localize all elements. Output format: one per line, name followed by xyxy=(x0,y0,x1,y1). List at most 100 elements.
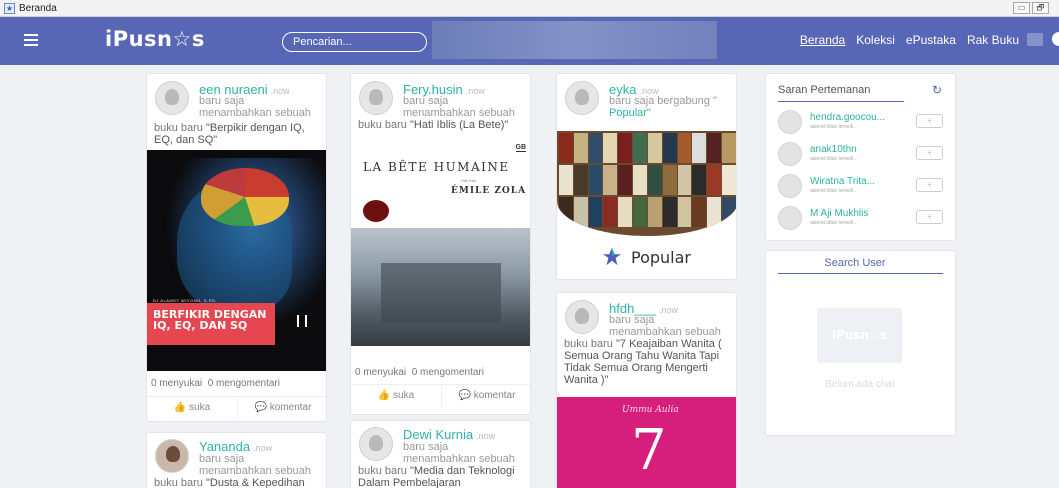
cover-subtitle: Hati Iblis xyxy=(461,178,477,183)
avatar[interactable] xyxy=(778,174,802,198)
brand-logo[interactable]: iPusn☆s xyxy=(105,27,205,51)
activity-line-1: baru saja xyxy=(199,453,245,465)
search-user-panel: Search User iPusn☆s Belum ada chat xyxy=(765,250,956,436)
cover-number: 7 xyxy=(631,418,667,483)
avatar[interactable] xyxy=(778,110,802,134)
friend-suggestions-panel: Saran Pertemanan ↻ hendra.goocou... alam… xyxy=(765,73,956,241)
publisher-logo xyxy=(297,315,307,327)
like-label: suka xyxy=(189,402,211,413)
cover-title: LA BÊTE HUMAINE xyxy=(363,160,510,174)
suggestion-address: alamat tidak tersedi... xyxy=(810,220,858,226)
book-cover[interactable]: Ummu Aulia 7 xyxy=(557,397,736,488)
comment-icon: 💬 xyxy=(458,390,471,401)
minimize-button[interactable]: ▭ xyxy=(1013,2,1030,14)
chat-icon[interactable] xyxy=(1027,33,1043,46)
activity-line-2: menambahkan sebuah xyxy=(403,453,515,465)
avatar[interactable] xyxy=(778,206,802,230)
book-cover[interactable]: DJ ALAMSY WIYONO, S.PD. BERFIKIR DENGAN … xyxy=(147,150,326,371)
panel-divider xyxy=(778,273,943,274)
avatar[interactable] xyxy=(565,81,599,115)
activity-line-2: menambahkan sebuah xyxy=(199,107,311,119)
suggestion-address: alamat tidak tersedi... xyxy=(810,124,858,130)
post-actions: 👍 suka 💬 komentar xyxy=(351,384,530,407)
avatar[interactable] xyxy=(565,300,599,334)
suggestion-address: alamat tidak tersedi... xyxy=(810,188,858,194)
cover-brain xyxy=(201,168,289,226)
comment-label: komentar xyxy=(473,390,516,401)
comments-count: 0 mengomentari xyxy=(411,367,484,378)
suggestion-name[interactable]: anak10thn xyxy=(810,144,857,155)
refresh-icon[interactable]: ↻ xyxy=(932,83,942,97)
activity-line-2: menambahkan sebuah xyxy=(199,465,311,477)
post-time: .now xyxy=(465,86,485,96)
book-title[interactable]: "Hati Iblis (La Bete)" xyxy=(410,119,508,131)
book-cover[interactable]: GB LA BÊTE HUMAINE Hati Iblis ÉMILE ZOLA xyxy=(351,144,530,346)
cover-band: BERFIKIR DENGAN IQ, EQ, DAN SQ xyxy=(147,303,275,345)
avatar[interactable] xyxy=(155,81,189,115)
user-name[interactable]: Dewi Kurnia .now xyxy=(403,427,495,442)
window-titlebar: ★ Beranda ▭ 🗗 xyxy=(0,0,1059,17)
suggestion-name[interactable]: M Aji Mukhlis xyxy=(810,208,868,219)
user-name-text: Yananda xyxy=(199,439,251,454)
book-prefix: buku baru xyxy=(154,477,203,488)
cover-title: Ummu Aulia xyxy=(622,405,679,415)
panel-divider xyxy=(778,101,904,102)
add-friend-button[interactable]: + xyxy=(916,146,943,160)
menu-icon[interactable] xyxy=(24,34,38,46)
post-time: .now xyxy=(659,305,679,315)
book-description: buku baru "Media dan Teknologi Dalam Pem… xyxy=(358,465,528,488)
suggestion-item: hendra.goocou... alamat tidak tersedi...… xyxy=(778,110,948,138)
feed-card: Fery.husin .now baru saja menambahkan seb… xyxy=(350,73,531,415)
activity-line-1: baru saja xyxy=(199,95,245,107)
post-actions: 👍 suka 💬 komentar xyxy=(147,396,326,419)
book-prefix: buku baru xyxy=(358,465,407,477)
search-input[interactable]: Pencarian... xyxy=(282,32,427,52)
avatar[interactable] xyxy=(359,427,393,461)
comment-button[interactable]: 💬 komentar xyxy=(237,397,326,419)
feed-card: Yananda .now baru saja menambahkan sebuah… xyxy=(146,432,327,488)
chat-logo: iPusn☆s xyxy=(817,308,902,363)
like-button[interactable]: 👍 suka xyxy=(147,397,237,419)
nav-link-koleksi[interactable]: Koleksi xyxy=(856,33,895,47)
avatar[interactable] xyxy=(359,81,393,115)
activity-line-2: menambahkan sebuah xyxy=(403,107,515,119)
comment-label: komentar xyxy=(269,402,312,413)
suggestion-address: alamat tidak tersedi... xyxy=(810,156,858,162)
feed-card: Dewi Kurnia .now baru saja menambahkan se… xyxy=(350,420,531,488)
avatar[interactable] xyxy=(778,142,802,166)
popular-logo-icon xyxy=(603,248,621,266)
like-label: suka xyxy=(393,390,415,401)
nav-links: Beranda Koleksi ePustaka Rak Buku xyxy=(800,33,1019,47)
nav-link-beranda[interactable]: Beranda xyxy=(800,33,845,47)
add-friend-button[interactable]: + xyxy=(916,114,943,128)
like-button[interactable]: 👍 suka xyxy=(351,385,441,407)
restore-button[interactable]: 🗗 xyxy=(1032,2,1049,14)
feed-card: hfdh___ .now baru saja menambahkan sebuah… xyxy=(556,292,737,488)
book-description: buku baru "Hati Iblis (La Bete)" xyxy=(358,119,528,131)
user-name[interactable]: Yananda .now xyxy=(199,439,272,454)
post-stats: 0 menyukai 0 mengomentari xyxy=(355,367,484,378)
likes-count: 0 menyukai xyxy=(355,367,407,378)
profile-icon[interactable] xyxy=(1052,32,1059,46)
add-friend-button[interactable]: + xyxy=(916,210,943,224)
add-friend-button[interactable]: + xyxy=(916,178,943,192)
book-title[interactable]: "Dusta & Kepedihan xyxy=(206,477,305,488)
suggestion-name[interactable]: Wiratna Trita... xyxy=(810,176,875,187)
nav-link-epustaka[interactable]: ePustaka xyxy=(906,33,956,47)
post-time: .now xyxy=(270,86,290,96)
window-controls: ▭ 🗗 xyxy=(1013,2,1049,14)
group-image[interactable] xyxy=(557,131,736,236)
search-user-title[interactable]: Search User xyxy=(766,257,944,269)
app-icon: ★ xyxy=(4,2,15,14)
activity-line-1: baru saja xyxy=(403,441,449,453)
activity-line-1: baru saja xyxy=(403,95,449,107)
comments-count: 0 mengomentari xyxy=(207,378,280,389)
suggestion-name[interactable]: hendra.goocou... xyxy=(810,112,885,123)
suggestion-item: M Aji Mukhlis alamat tidak tersedi... + xyxy=(778,206,948,234)
post-time: .now xyxy=(476,431,496,441)
nav-link-rak-buku[interactable]: Rak Buku xyxy=(967,33,1019,47)
comment-button[interactable]: 💬 komentar xyxy=(441,385,530,407)
post-time: .now xyxy=(253,443,273,453)
avatar[interactable] xyxy=(155,439,189,473)
suggestion-item: anak10thn alamat tidak tersedi... + xyxy=(778,142,948,170)
